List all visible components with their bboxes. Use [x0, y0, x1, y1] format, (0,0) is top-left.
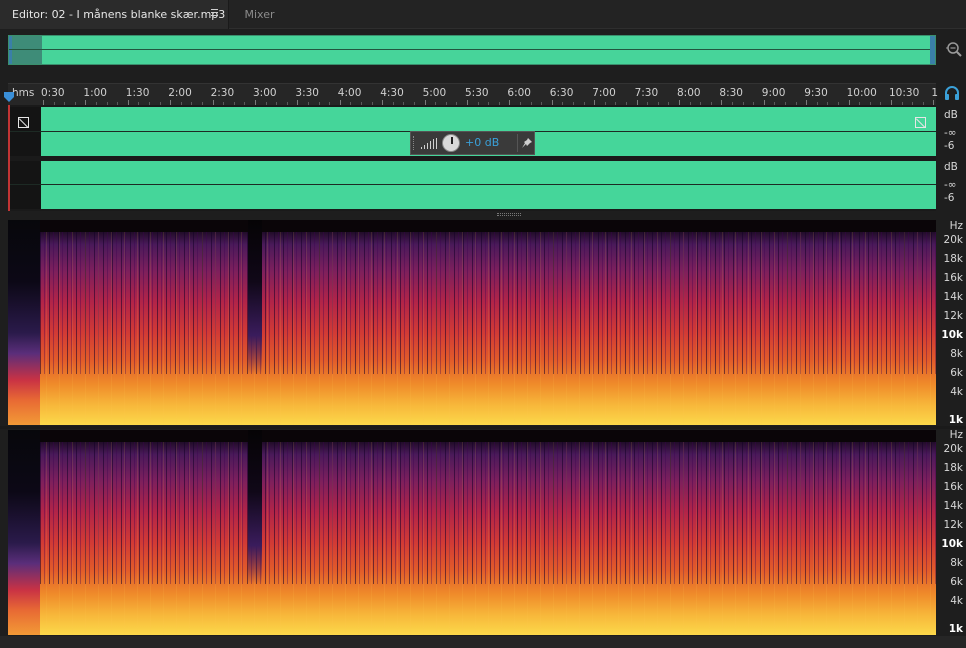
volume-knob[interactable] — [442, 134, 460, 152]
hz-label: 20k — [943, 234, 963, 246]
hz-label: 12k — [943, 310, 963, 322]
headphones-icon[interactable] — [944, 86, 960, 100]
ruler-label: 2:30 — [210, 87, 235, 99]
ruler-label: 9:30 — [804, 87, 828, 99]
spectrogram-gap-ch1 — [248, 220, 262, 374]
channel-divider — [8, 156, 936, 161]
hz-label: 20k — [943, 443, 963, 455]
ruler-label: 10:00 — [846, 87, 877, 99]
overview-right-handle[interactable] — [930, 36, 935, 64]
hz-label: 10k — [941, 538, 963, 550]
hz-label: 16k — [943, 272, 963, 284]
ruler-label: 7:00 — [592, 87, 616, 99]
ruler-label: 1 — [931, 87, 939, 99]
channel2-center-line — [8, 184, 936, 185]
tab-mixer[interactable]: Mixer — [228, 0, 290, 29]
db-inf-ch1: -∞ — [944, 127, 957, 139]
ruler-label: 6:00 — [507, 87, 531, 99]
spectrogram-gap-ch2 — [248, 430, 262, 584]
ruler-label: 1:00 — [83, 87, 107, 99]
level-bars-icon — [421, 138, 437, 149]
time-ruler[interactable]: hms 0:30 1:00 1:30 2:00 2:30 3:00 3:30 4:00 4:30… — [8, 83, 939, 105]
ruler-label: 4:30 — [380, 87, 404, 99]
fade-out-handle[interactable] — [915, 117, 926, 128]
spectrogram-intro-ch2 — [8, 430, 40, 635]
hz-label: 4k — [950, 386, 963, 398]
hz-label: 8k — [950, 557, 963, 569]
ruler-label: 1:30 — [125, 87, 150, 99]
hz-label: 14k — [943, 500, 963, 512]
spectral-channel-divider — [0, 426, 966, 429]
spectral-display-ch2[interactable] — [8, 430, 936, 635]
volume-hud[interactable]: +0 dB — [410, 131, 535, 155]
ruler-label: 10:30 — [889, 87, 920, 99]
overview-left-handle[interactable] — [9, 36, 12, 64]
hz-label: 16k — [943, 481, 963, 493]
db-inf-ch2: -∞ — [944, 179, 957, 191]
spectrogram-top-ch1 — [40, 220, 936, 232]
ruler-label: 4:00 — [337, 87, 362, 99]
overview-waveform[interactable] — [8, 35, 936, 65]
ruler-label: 5:30 — [465, 87, 489, 99]
ruler-label: 9:00 — [761, 87, 786, 99]
tab-mixer-label: Mixer — [244, 8, 275, 21]
spectrogram-intro-ch1 — [8, 220, 40, 425]
hud-drag-grip[interactable] — [413, 136, 416, 150]
fade-in-handle[interactable] — [18, 117, 29, 128]
overview-visible-range[interactable] — [9, 36, 42, 64]
tab-editor-label: Editor: 02 - I månens blanke skær.mp3 — [12, 8, 226, 21]
view-resize-grip[interactable] — [497, 213, 521, 216]
pin-icon[interactable] — [521, 137, 533, 149]
db-unit-ch1: dB — [944, 109, 958, 121]
ruler-label: 3:30 — [295, 87, 319, 99]
ruler-label: 6:30 — [549, 87, 574, 99]
tab-bar: Editor: 02 - I månens blanke skær.mp3 Mi… — [0, 0, 966, 29]
spectrogram-texture2-ch2 — [40, 430, 936, 635]
hz-label: 1k — [948, 623, 963, 635]
spectral-display-ch1[interactable] — [8, 220, 936, 425]
ruler-label: 8:00 — [677, 87, 701, 99]
hz-label: 12k — [943, 519, 963, 531]
db-scale: dB -∞ -6 dB -∞ -6 — [936, 105, 966, 211]
hz-label: 10k — [941, 329, 963, 341]
db-minus6-ch1: -6 — [944, 140, 955, 152]
hz-label: 6k — [950, 576, 963, 588]
ruler-label: 8:30 — [719, 87, 743, 99]
db-minus6-ch2: -6 — [944, 192, 955, 204]
hz-scale-ch1: Hz 20k 18k 16k 14k 12k 10k 8k 6k 4k 1k — [936, 220, 966, 428]
ruler-unit-label: hms — [12, 87, 35, 99]
hz-label: 18k — [943, 462, 963, 474]
volume-value[interactable]: +0 dB — [465, 136, 499, 149]
hud-separator — [517, 134, 518, 152]
ruler-label: 5:00 — [422, 87, 447, 99]
ruler-label: 7:30 — [634, 87, 659, 99]
db-unit-ch2: dB — [944, 161, 958, 173]
playhead-marker[interactable] — [4, 92, 14, 102]
zoom-icon[interactable] — [945, 40, 963, 58]
bottom-bar — [0, 636, 966, 648]
spectrogram-texture2-ch1 — [40, 220, 936, 425]
ruler-label: 2:00 — [168, 87, 192, 99]
overview-center-line — [9, 49, 935, 50]
hz-scale-ch2: Hz 20k 18k 16k 14k 12k 10k 8k 6k 4k 1k — [936, 429, 966, 637]
ruler-label: 3:00 — [253, 87, 277, 99]
ruler-label: 0:30 — [41, 87, 65, 99]
waveform-display[interactable] — [8, 105, 936, 211]
hz-label: 6k — [950, 367, 963, 379]
tab-editor[interactable]: Editor: 02 - I månens blanke skær.mp3 — [0, 0, 228, 29]
hz-label: Hz — [949, 429, 963, 441]
hz-label: 4k — [950, 595, 963, 607]
menu-icon[interactable] — [210, 9, 220, 19]
hz-label: 14k — [943, 291, 963, 303]
hz-label: 1k — [948, 414, 963, 426]
hz-label: 18k — [943, 253, 963, 265]
waveform-left-edge — [8, 105, 10, 211]
spectrogram-top-ch2 — [40, 430, 936, 442]
hz-label: 8k — [950, 348, 963, 360]
hz-label: Hz — [949, 220, 963, 232]
